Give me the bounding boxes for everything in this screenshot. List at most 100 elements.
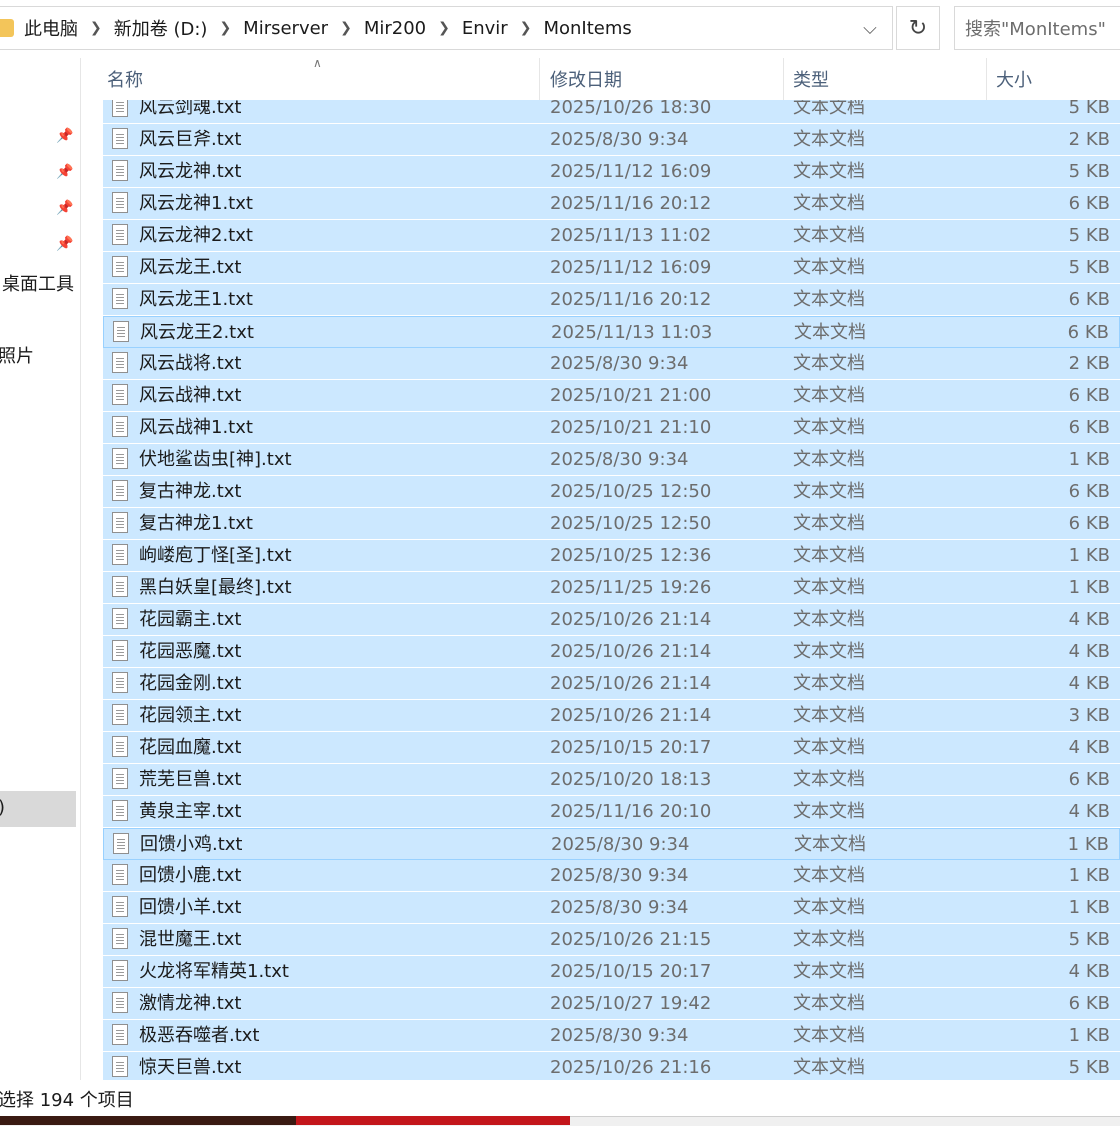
file-row[interactable]: 黑白妖皇[最终].txt 2025/11/25 19:26 文本文档 1 KB xyxy=(103,572,1120,604)
file-size: 1 KB xyxy=(1068,865,1110,886)
file-size: 5 KB xyxy=(1068,100,1110,118)
file-date: 2025/10/15 20:17 xyxy=(550,737,712,758)
file-row[interactable]: 风云巨斧.txt 2025/8/30 9:34 文本文档 2 KB xyxy=(103,124,1120,156)
chevron-right-icon[interactable]: ❯ xyxy=(438,20,450,36)
file-row[interactable]: 混世魔王.txt 2025/10/26 21:15 文本文档 5 KB xyxy=(103,924,1120,956)
file-name: 惊天巨兽.txt xyxy=(139,1057,242,1078)
file-date: 2025/11/12 16:09 xyxy=(550,257,712,278)
file-row[interactable]: 风云龙王1.txt 2025/11/16 20:12 文本文档 6 KB xyxy=(103,284,1120,316)
file-list[interactable]: 风云剑魂.txt 2025/10/26 18:30 文本文档 5 KB 风云巨斧.txt… xyxy=(103,100,1120,1080)
nav-item-partial[interactable]: ) xyxy=(0,378,1,399)
text-file-icon xyxy=(112,128,128,149)
file-type: 文本文档 xyxy=(793,737,865,758)
file-row[interactable]: 惊天巨兽.txt 2025/10/26 21:16 文本文档 5 KB xyxy=(103,1052,1120,1080)
file-date: 2025/11/12 16:09 xyxy=(550,161,712,182)
file-type: 文本文档 xyxy=(793,641,865,662)
file-date: 2025/8/30 9:34 xyxy=(551,834,690,855)
pin-icon: 📌 xyxy=(56,164,74,180)
pin-icon: 📌 xyxy=(56,200,74,216)
file-row[interactable]: 花园血魔.txt 2025/10/15 20:17 文本文档 4 KB xyxy=(103,732,1120,764)
file-row[interactable]: 风云战神.txt 2025/10/21 21:00 文本文档 6 KB xyxy=(103,380,1120,412)
chevron-down-icon[interactable]: ⌵ xyxy=(848,7,892,49)
file-type: 文本文档 xyxy=(793,129,865,150)
file-row[interactable]: 风云剑魂.txt 2025/10/26 18:30 文本文档 5 KB xyxy=(103,100,1120,124)
address-bar[interactable]: 此电脑 ❯ 新加卷 (D:) ❯ Mirserver ❯ Mir200 ❯ En… xyxy=(0,6,893,50)
file-row[interactable]: 花园金刚.txt 2025/10/26 21:14 文本文档 4 KB xyxy=(103,668,1120,700)
text-file-icon xyxy=(112,160,128,181)
column-header-name[interactable]: 名称 ∧ xyxy=(103,56,540,100)
breadcrumb-drive[interactable]: 新加卷 (D:) xyxy=(114,15,208,41)
breadcrumb-mir200[interactable]: Mir200 xyxy=(364,18,426,39)
file-date: 2025/11/16 20:12 xyxy=(550,193,712,214)
pin-icon: 📌 xyxy=(56,128,74,144)
file-row[interactable]: 回馈小鹿.txt 2025/8/30 9:34 文本文档 1 KB xyxy=(103,860,1120,892)
file-row[interactable]: 岣嵝庖丁怪[圣].txt 2025/10/25 12:36 文本文档 1 KB xyxy=(103,540,1120,572)
breadcrumb-mirserver[interactable]: Mirserver xyxy=(243,18,328,39)
file-type: 文本文档 xyxy=(793,289,865,310)
text-file-icon xyxy=(112,928,128,949)
breadcrumb-envir[interactable]: Envir xyxy=(462,18,508,39)
file-size: 5 KB xyxy=(1068,257,1110,278)
file-type: 文本文档 xyxy=(793,609,865,630)
file-row[interactable]: 回馈小鸡.txt 2025/8/30 9:34 文本文档 1 KB xyxy=(103,828,1120,860)
file-name: 风云龙神2.txt xyxy=(139,225,253,246)
text-file-icon xyxy=(112,256,128,277)
chevron-right-icon[interactable]: ❯ xyxy=(520,20,532,36)
chevron-right-icon[interactable]: ❯ xyxy=(90,20,102,36)
file-name: 回馈小羊.txt xyxy=(139,897,242,918)
file-row[interactable]: 复古神龙.txt 2025/10/25 12:50 文本文档 6 KB xyxy=(103,476,1120,508)
nav-item-selected[interactable]: ) xyxy=(0,791,76,827)
file-type: 文本文档 xyxy=(793,225,865,246)
text-file-icon xyxy=(112,192,128,213)
file-row[interactable]: 花园领主.txt 2025/10/26 21:14 文本文档 3 KB xyxy=(103,700,1120,732)
text-file-icon xyxy=(112,352,128,373)
file-type: 文本文档 xyxy=(793,705,865,726)
file-name: 回馈小鸡.txt xyxy=(140,834,243,855)
file-row[interactable]: 风云龙神.txt 2025/11/12 16:09 文本文档 5 KB xyxy=(103,156,1120,188)
column-header-date[interactable]: 修改日期 xyxy=(546,58,784,100)
file-size: 5 KB xyxy=(1068,161,1110,182)
file-row[interactable]: 风云龙神1.txt 2025/11/16 20:12 文本文档 6 KB xyxy=(103,188,1120,220)
nav-item-photos[interactable]: 照片 xyxy=(0,342,34,368)
file-row[interactable]: 荒芜巨兽.txt 2025/10/20 18:13 文本文档 6 KB xyxy=(103,764,1120,796)
file-size: 6 KB xyxy=(1068,417,1110,438)
file-name: 花园霸主.txt xyxy=(139,609,242,630)
file-type: 文本文档 xyxy=(793,577,865,598)
file-row[interactable]: 回馈小羊.txt 2025/8/30 9:34 文本文档 1 KB xyxy=(103,892,1120,924)
column-header-size[interactable]: 大小 xyxy=(992,58,1120,100)
navigation-pane[interactable]: 📌 📌 📌 📌 桌面工具 照片 ) ) xyxy=(0,58,81,1080)
file-row[interactable]: 风云龙王.txt 2025/11/12 16:09 文本文档 5 KB xyxy=(103,252,1120,284)
text-file-icon xyxy=(112,608,128,629)
file-row[interactable]: 花园恶魔.txt 2025/10/26 21:14 文本文档 4 KB xyxy=(103,636,1120,668)
nav-item-desktop-tools[interactable]: 桌面工具 xyxy=(2,270,74,296)
file-size: 4 KB xyxy=(1068,609,1110,630)
column-header-type[interactable]: 类型 xyxy=(789,58,987,100)
file-row[interactable]: 风云龙王2.txt 2025/11/13 11:03 文本文档 6 KB xyxy=(103,316,1120,348)
breadcrumb-this-pc[interactable]: 此电脑 xyxy=(24,15,78,41)
file-row[interactable]: 激情龙神.txt 2025/10/27 19:42 文本文档 6 KB xyxy=(103,988,1120,1020)
text-file-icon xyxy=(112,480,128,501)
file-row[interactable]: 黄泉主宰.txt 2025/11/16 20:10 文本文档 4 KB xyxy=(103,796,1120,828)
file-row[interactable]: 火龙将军精英1.txt 2025/10/15 20:17 文本文档 4 KB xyxy=(103,956,1120,988)
text-file-icon xyxy=(112,512,128,533)
refresh-button[interactable]: ↻ xyxy=(896,6,940,50)
file-name: 复古神龙1.txt xyxy=(139,513,253,534)
file-type: 文本文档 xyxy=(793,897,865,918)
chevron-right-icon[interactable]: ❯ xyxy=(219,20,231,36)
text-file-icon xyxy=(112,384,128,405)
chevron-right-icon[interactable]: ❯ xyxy=(340,20,352,36)
file-row[interactable]: 极恶吞噬者.txt 2025/8/30 9:34 文本文档 1 KB xyxy=(103,1020,1120,1052)
search-input[interactable]: 搜索"MonItems" xyxy=(954,6,1120,50)
file-size: 1 KB xyxy=(1068,577,1110,598)
file-size: 5 KB xyxy=(1068,1057,1110,1078)
file-row[interactable]: 风云龙神2.txt 2025/11/13 11:02 文本文档 5 KB xyxy=(103,220,1120,252)
file-row[interactable]: 风云战神1.txt 2025/10/21 21:10 文本文档 6 KB xyxy=(103,412,1120,444)
file-row[interactable]: 复古神龙1.txt 2025/10/25 12:50 文本文档 6 KB xyxy=(103,508,1120,540)
file-type: 文本文档 xyxy=(793,353,865,374)
file-row[interactable]: 伏地鲨齿虫[神].txt 2025/8/30 9:34 文本文档 1 KB xyxy=(103,444,1120,476)
file-row[interactable]: 风云战将.txt 2025/8/30 9:34 文本文档 2 KB xyxy=(103,348,1120,380)
breadcrumb-monitems[interactable]: MonItems xyxy=(543,18,631,39)
file-row[interactable]: 花园霸主.txt 2025/10/26 21:14 文本文档 4 KB xyxy=(103,604,1120,636)
file-name: 火龙将军精英1.txt xyxy=(139,961,289,982)
file-name: 风云龙神.txt xyxy=(139,161,242,182)
